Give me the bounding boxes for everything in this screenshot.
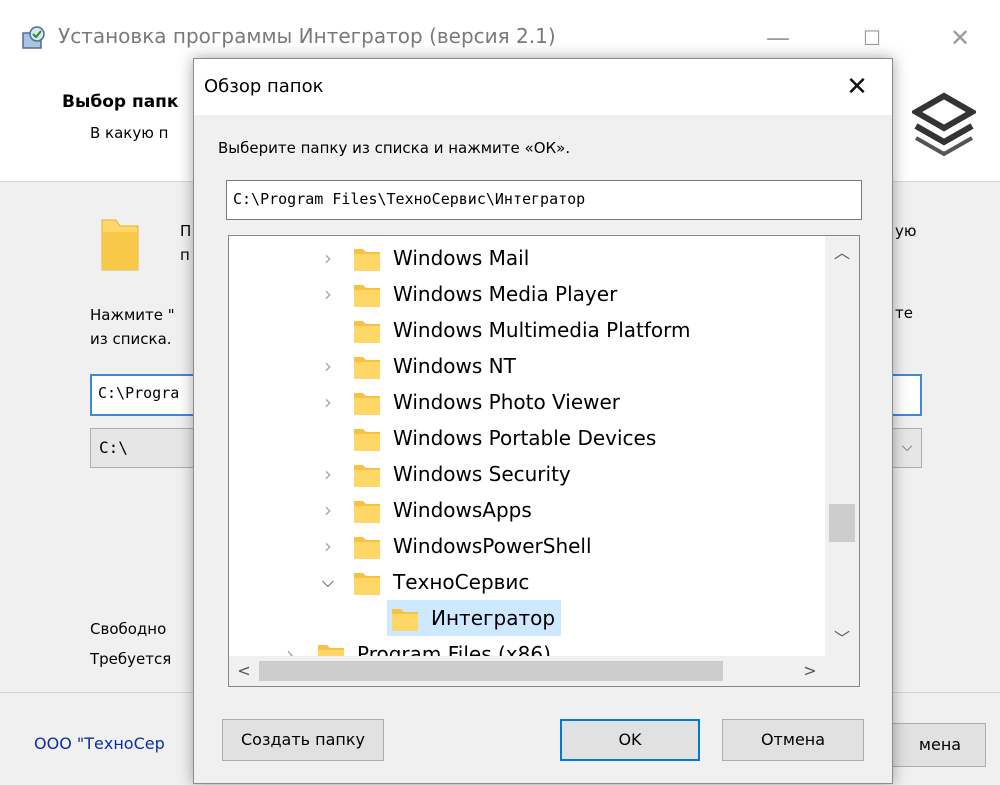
folder-tree[interactable]: › Windows Mail › Windows Media Player Window… — [228, 235, 860, 687]
new-folder-button[interactable]: Создать папку — [222, 719, 384, 761]
vertical-scroll-thumb[interactable] — [829, 504, 855, 542]
tree-item[interactable]: › Windows NT — [229, 348, 825, 384]
scroll-right-icon[interactable]: > — [795, 656, 825, 686]
tree-item[interactable]: ⌵ ТехноСервис — [229, 564, 825, 600]
installer-logo-icon — [912, 92, 976, 157]
folder-icon — [354, 537, 380, 559]
chevron-right-icon[interactable]: › — [315, 384, 341, 420]
press-text-right: те — [895, 304, 913, 322]
tree-item-label: Windows Portable Devices — [393, 426, 657, 450]
installer-app-icon — [22, 26, 45, 49]
tree-item[interactable]: › WindowsApps — [229, 492, 825, 528]
folder-tree-viewport[interactable]: › Windows Mail › Windows Media Player Window… — [229, 236, 825, 656]
tree-item-label: WindowsApps — [393, 498, 532, 522]
chevron-right-icon[interactable]: › — [315, 348, 341, 384]
tree-item-label: Windows Photo Viewer — [393, 390, 621, 414]
scroll-corner — [825, 656, 859, 686]
press-text-line2: из списка. — [90, 330, 172, 348]
tree-item[interactable]: › Windows Photo Viewer — [229, 384, 825, 420]
tree-item-label: ТехноСервис — [393, 570, 530, 594]
tree-item[interactable]: › Windows Mail — [229, 240, 825, 276]
installer-close-button[interactable]: ✕ — [940, 20, 980, 56]
tree-item-label: Windows Media Player — [393, 282, 618, 306]
tree-item-label: Program Files (x86) — [357, 642, 551, 656]
tree-item-label: Windows Multimedia Platform — [393, 318, 691, 342]
chevron-right-icon[interactable]: › — [315, 456, 341, 492]
folder-icon — [354, 285, 380, 307]
maximize-button[interactable]: ☐ — [852, 20, 892, 56]
folder-icon — [392, 609, 418, 631]
chevron-down-icon[interactable]: ⌵ — [896, 434, 918, 460]
folder-text-line2: п — [180, 246, 190, 264]
tree-item[interactable]: Windows Portable Devices — [229, 420, 825, 456]
tree-item[interactable]: › Program Files (x86) — [229, 636, 825, 656]
step-title: Выбор папк — [62, 92, 179, 112]
folder-icon — [318, 645, 344, 656]
horizontal-scrollbar[interactable]: < > — [229, 656, 825, 686]
step-description: В какую п — [90, 124, 169, 142]
folder-icon — [354, 501, 380, 523]
press-text-line1: Нажмите " — [90, 306, 175, 324]
ok-button[interactable]: OK — [560, 719, 700, 761]
folder-icon — [354, 429, 380, 451]
chevron-down-icon[interactable]: ⌵ — [315, 564, 341, 600]
tree-item-label: Windows NT — [393, 354, 516, 378]
folder-icon — [354, 249, 380, 271]
tree-item[interactable]: › WindowsPowerShell — [229, 528, 825, 564]
minimize-button[interactable]: — — [758, 20, 798, 56]
dialog-title: Обзор папок — [204, 76, 324, 97]
required-space-label: Требуется — [90, 650, 172, 668]
tree-item[interactable]: › Windows Security — [229, 456, 825, 492]
tree-item[interactable]: › Windows Media Player — [229, 276, 825, 312]
chevron-right-icon[interactable]: › — [277, 636, 303, 656]
tree-item-label: Windows Security — [393, 462, 571, 486]
scroll-left-icon[interactable]: < — [229, 656, 259, 686]
tree-item-label: WindowsPowerShell — [393, 534, 592, 558]
installer-title: Установка программы Интегратор (версия 2… — [58, 24, 556, 48]
company-link[interactable]: ООО "ТехноСер — [34, 734, 165, 753]
tree-item-label: Windows Mail — [393, 246, 530, 270]
free-space-label: Свободно — [90, 620, 167, 638]
folder-icon — [354, 465, 380, 487]
folder-icon — [354, 321, 380, 343]
scroll-up-icon[interactable]: ︿ — [825, 236, 859, 270]
selected-path-field[interactable]: C:\Program Files\ТехноСервис\Интегратор — [226, 180, 862, 220]
installer-folder-icon — [101, 219, 139, 271]
folder-icon — [354, 357, 380, 379]
dialog-close-button[interactable]: ✕ — [834, 65, 880, 109]
folder-text-right: ую — [895, 222, 917, 240]
tree-item-label: Интегратор — [425, 600, 562, 636]
dialog-prompt: Выберите папку из списка и нажмите «ОК». — [218, 139, 571, 157]
folder-icon — [354, 573, 380, 595]
tree-item[interactable]: Windows Multimedia Platform — [229, 312, 825, 348]
scroll-down-icon[interactable]: ﹀ — [825, 622, 859, 656]
horizontal-scroll-thumb[interactable] — [259, 661, 723, 681]
chevron-right-icon[interactable]: › — [315, 528, 341, 564]
cancel-button[interactable]: Отмена — [722, 719, 864, 761]
vertical-scrollbar[interactable]: ︿ ﹀ — [825, 236, 859, 656]
chevron-right-icon[interactable]: › — [315, 492, 341, 528]
browse-folders-dialog: Обзор папок ✕ Выберите папку из списка и… — [193, 58, 893, 784]
folder-text-line1: П — [180, 222, 192, 240]
chevron-right-icon[interactable]: › — [315, 240, 341, 276]
folder-icon — [354, 393, 380, 415]
tree-item[interactable]: Интегратор — [229, 600, 825, 636]
chevron-right-icon[interactable]: › — [315, 276, 341, 312]
